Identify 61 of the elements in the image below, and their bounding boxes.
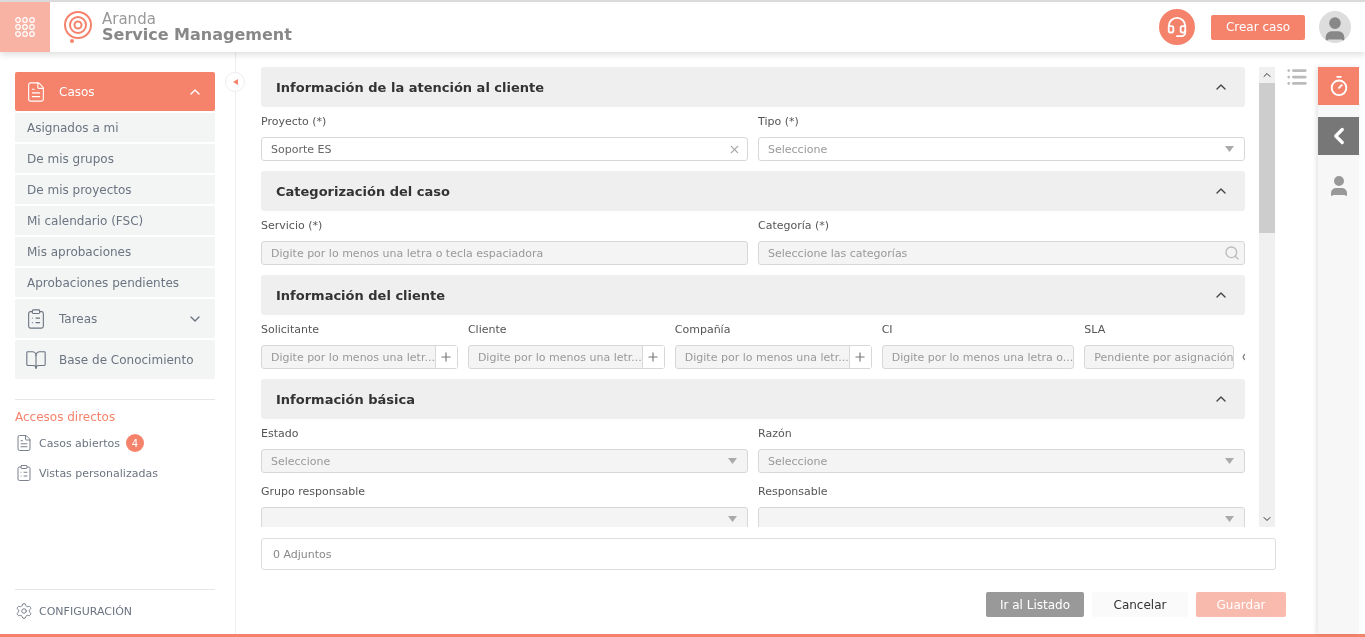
- form-button[interactable]: Ir al Listado: [985, 592, 1084, 617]
- create-case-button[interactable]: Crear caso: [1210, 14, 1305, 40]
- dropdown-caret-icon: [728, 516, 737, 522]
- attachments-field[interactable]: 0 Adjuntos: [261, 538, 1276, 570]
- list-icon: [1286, 66, 1308, 88]
- sidebar-subitem[interactable]: De mis grupos: [15, 144, 215, 173]
- logo-icon: [62, 10, 94, 44]
- field-label: Categoría (*): [758, 219, 831, 232]
- dropdown-caret-icon: [728, 458, 737, 464]
- shortcut-link[interactable]: Casos abiertos 4: [15, 434, 215, 452]
- field-label: Solicitante: [261, 323, 321, 336]
- sidebar-subitem[interactable]: Mis aprobaciones: [15, 237, 215, 266]
- sidebar-subitem[interactable]: Asignados a mi: [15, 113, 215, 142]
- timer-button[interactable]: [1318, 67, 1359, 105]
- grid-icon: [15, 17, 35, 37]
- field-label: Razón: [758, 427, 793, 440]
- sidebar-subitem[interactable]: Mi calendario (FSC): [15, 206, 215, 235]
- plus-icon: [853, 350, 868, 364]
- sidebar-subitem[interactable]: Aprobaciones pendientes: [15, 268, 215, 297]
- plus-icon: [646, 350, 661, 364]
- field-label: CI: [881, 323, 894, 336]
- dropdown-caret-icon: [1225, 146, 1234, 152]
- shortcuts-heading: Accesos directos: [15, 410, 117, 424]
- brand-subtitle: Service Management: [102, 26, 292, 43]
- field-label: Grupo responsable: [261, 485, 366, 498]
- field-label: Responsable: [758, 485, 829, 498]
- field-label: Tipo (*): [758, 115, 800, 128]
- section-header[interactable]: Información de la atención al cliente: [261, 67, 1245, 107]
- field-label: Estado: [261, 427, 300, 440]
- field-label: Compañía: [674, 323, 732, 336]
- apps-grid-button[interactable]: [0, 2, 50, 52]
- sidebar-menu-item[interactable]: Tareas: [15, 299, 215, 338]
- dropdown-caret-icon: [1225, 458, 1234, 464]
- brand-name: Aranda: [102, 11, 157, 27]
- collapse-sidebar-button[interactable]: [225, 72, 245, 92]
- field-label: Cliente: [467, 323, 508, 336]
- field-label: Proyecto (*): [261, 115, 328, 128]
- list-view-icon[interactable]: [1286, 67, 1308, 87]
- section-header[interactable]: Información básica: [261, 379, 1245, 419]
- support-headset-icon[interactable]: [1158, 9, 1195, 45]
- settings-icon: [15, 602, 33, 620]
- book-icon: [25, 348, 47, 371]
- field-label: Servicio (*): [261, 219, 324, 232]
- section-header[interactable]: Información del cliente: [261, 275, 1245, 315]
- plus-icon: [439, 350, 454, 364]
- input-field[interactable]: Soporte ES: [261, 137, 748, 161]
- count-badge: 4: [125, 434, 144, 452]
- sidebar-menu-item[interactable]: Base de Conocimiento: [15, 340, 215, 379]
- sidebar-subitem[interactable]: De mis proyectos: [15, 175, 215, 204]
- select-field[interactable]: Seleccione: [758, 137, 1245, 161]
- sidebar-menu-item[interactable]: Casos: [15, 72, 215, 111]
- field-label: SLA: [1084, 323, 1107, 336]
- avatar[interactable]: [1319, 11, 1351, 43]
- collapse-panel-button[interactable]: [1318, 117, 1359, 155]
- triangle-left-icon: [232, 79, 238, 85]
- scrollbar[interactable]: [1259, 67, 1275, 527]
- form-button[interactable]: Cancelar: [1092, 592, 1188, 617]
- shortcut-link[interactable]: Vistas personalizadas: [15, 464, 215, 482]
- section-header[interactable]: Categorización del caso: [261, 171, 1245, 211]
- dropdown-caret-icon: [1225, 516, 1234, 522]
- settings-link[interactable]: CONFIGURACIÓN: [15, 602, 215, 620]
